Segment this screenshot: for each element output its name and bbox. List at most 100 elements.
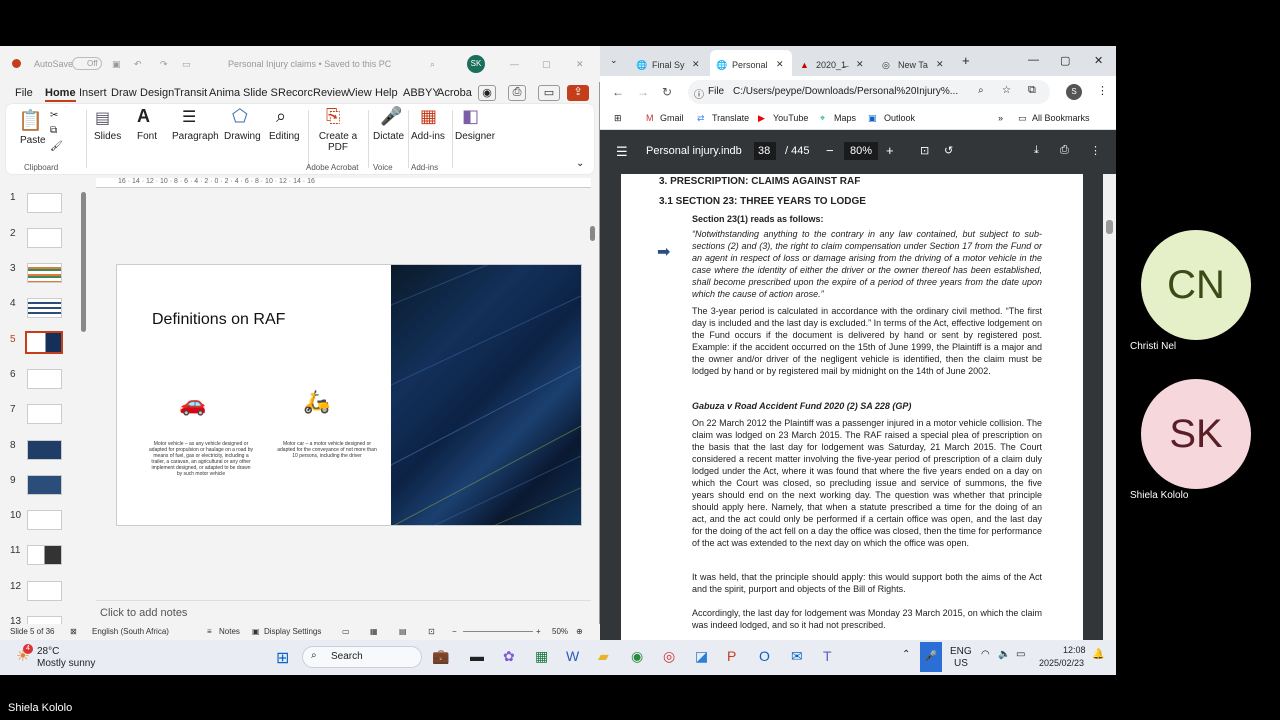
slideshow-icon[interactable]: ⊡ [428, 627, 435, 636]
info-icon[interactable]: ⓘ [694, 86, 704, 101]
tray-chevron-icon[interactable]: ⌃ [902, 649, 910, 660]
all-bookmarks[interactable]: All Bookmarks [1032, 113, 1090, 123]
dictate-button[interactable]: Dictate [373, 131, 404, 142]
battery-icon[interactable]: ▭ [1016, 649, 1025, 660]
motor-car-definition[interactable]: Motor car – a motor vehicle designed or … [277, 441, 377, 459]
format-painter-icon[interactable]: 🖌 [50, 141, 63, 152]
paragraph-icon[interactable]: ☰ [182, 107, 196, 127]
accessibility-icon[interactable]: ⊠ [70, 627, 77, 636]
share-icon[interactable]: ⎙ [508, 85, 526, 101]
font-icon[interactable]: A [137, 106, 150, 127]
menu-home[interactable]: Home [45, 87, 76, 102]
slide-thumbnail[interactable] [27, 193, 62, 213]
thumbs-scrollbar[interactable] [81, 192, 86, 332]
close-icon[interactable]: ✕ [776, 59, 784, 70]
input-region[interactable]: US [954, 658, 968, 669]
fit-slide-icon[interactable]: ⊕ [576, 627, 583, 636]
extensions-icon[interactable]: ⧉ [1028, 84, 1036, 97]
editor-scrollbar[interactable] [590, 226, 595, 241]
paste-icon[interactable]: 📋 [18, 108, 43, 133]
pdf-scrollbar[interactable] [1103, 174, 1116, 640]
addins-icon[interactable]: ▦ [420, 106, 437, 127]
powerpoint-taskbar-icon[interactable]: P [727, 648, 736, 664]
menu-transitions[interactable]: Transit [174, 87, 207, 99]
slide-thumbnail[interactable] [27, 616, 62, 624]
current-slide[interactable]: Definitions on RAF 🚗 🛵 Motor vehicle – a… [116, 264, 582, 526]
excel-icon[interactable]: ▦ [535, 648, 548, 665]
zoom-in-icon[interactable]: + [886, 143, 894, 158]
close-icon[interactable]: ✕ [936, 59, 944, 70]
reading-view-icon[interactable]: ▤ [399, 627, 407, 636]
notification-bell-icon[interactable]: 🔔 [1092, 649, 1104, 660]
pdf-more-icon[interactable]: ⋮ [1090, 144, 1101, 157]
menu-view[interactable]: View [348, 87, 372, 99]
minimize-icon[interactable]: — [510, 59, 519, 69]
slide-thumbnail[interactable] [27, 581, 62, 601]
menu-review[interactable]: Review [313, 87, 349, 99]
bookmark-maps[interactable]: Maps [834, 113, 856, 123]
fit-page-icon[interactable]: ⊡ [920, 144, 929, 157]
bookmark-outlook[interactable]: Outlook [884, 113, 915, 123]
apps-icon[interactable]: ⊞ [614, 113, 622, 124]
editing-icon[interactable]: ⌕ [276, 106, 286, 127]
minimize-icon[interactable]: — [1028, 54, 1039, 66]
create-pdf-icon[interactable]: ⎘ [326, 106, 340, 127]
zoom-out-icon[interactable]: − [452, 627, 457, 636]
download-icon[interactable]: ⤓ [1034, 144, 1039, 157]
photos-icon[interactable]: ◪ [695, 648, 708, 665]
menu-insert[interactable]: Insert [79, 87, 107, 99]
drawing-button[interactable]: Drawing [224, 131, 261, 142]
copy-icon[interactable]: ⧉ [50, 125, 57, 136]
menu-help[interactable]: Help [375, 87, 398, 99]
paste-button[interactable]: Paste [20, 135, 46, 146]
collapse-ribbon-icon[interactable]: ⌄ [576, 158, 584, 169]
outlook-new-icon[interactable]: ✉ [791, 648, 803, 665]
slide-thumbnail[interactable] [27, 440, 62, 460]
redo-icon[interactable]: ↷ [160, 59, 168, 70]
search-icon[interactable]: ⌕ [430, 59, 435, 70]
notes-pane[interactable]: Click to add notes [96, 600, 591, 624]
more-bookmarks-icon[interactable]: » [998, 113, 1003, 123]
close-icon[interactable]: ✕ [856, 59, 864, 70]
slide-thumbnail-active[interactable] [25, 331, 63, 354]
menu-file[interactable]: File [15, 87, 33, 99]
omnibox[interactable]: ⓘ File C:/Users/peype/Downloads/Personal… [688, 80, 1050, 104]
temperature[interactable]: 28°C [37, 646, 59, 657]
create-pdf-button[interactable]: Create a PDF [318, 131, 358, 153]
editing-button[interactable]: Editing [269, 131, 300, 142]
slide-thumbnail[interactable] [27, 404, 62, 424]
slide-title[interactable]: Definitions on RAF [152, 311, 285, 329]
close-window-icon[interactable]: ✕ [1094, 54, 1103, 67]
drawing-icon[interactable]: ⬠ [232, 106, 248, 127]
volume-icon[interactable]: 🔈 [998, 649, 1010, 660]
slide-thumbnail[interactable] [27, 298, 62, 318]
maximize-icon[interactable]: ▢ [1060, 54, 1070, 67]
file-explorer-icon[interactable]: ▰ [598, 648, 609, 665]
participant-avatar-cn[interactable]: CN [1141, 230, 1251, 340]
menu-record[interactable]: Recorc [278, 87, 313, 99]
addins-button[interactable]: Add-ins [411, 131, 445, 142]
slide-thumbnail[interactable] [27, 545, 62, 565]
microphone-icon[interactable]: 🎤 [380, 106, 402, 127]
comments-icon[interactable]: ▭ [538, 85, 560, 101]
print-icon[interactable]: ⎙ [1060, 144, 1069, 157]
copilot-icon[interactable]: ✿ [503, 648, 515, 665]
slide-thumbnail[interactable] [27, 263, 62, 283]
taskbar-search[interactable]: ⌕ Search [302, 646, 422, 668]
bookmark-youtube[interactable]: YouTube [773, 113, 808, 123]
slide-thumbnail[interactable] [27, 510, 62, 530]
bookmark-star-icon[interactable]: ☆ [1002, 85, 1011, 96]
clock-date[interactable]: 2025/02/23 [1039, 658, 1084, 668]
zoom-slider[interactable] [463, 631, 533, 632]
present-share-icon[interactable]: ⇪ [567, 85, 589, 101]
tab-final-sy[interactable]: Final Sy 🌐 ✕ [630, 50, 706, 76]
slide-thumbnail[interactable] [27, 369, 62, 389]
zoom-in-icon[interactable]: + [536, 627, 541, 636]
word-icon[interactable]: W [566, 648, 579, 664]
microphone-tray-icon[interactable]: 🎤 [920, 642, 942, 672]
font-button[interactable]: Font [137, 131, 157, 142]
back-icon[interactable]: ← [612, 85, 624, 99]
pdf-zoom-input[interactable]: 80% [844, 142, 878, 160]
tab-2020-pdf[interactable]: 2020_1̶ ▲ ✕ [794, 50, 872, 76]
designer-icon[interactable]: ◧ [462, 106, 479, 127]
